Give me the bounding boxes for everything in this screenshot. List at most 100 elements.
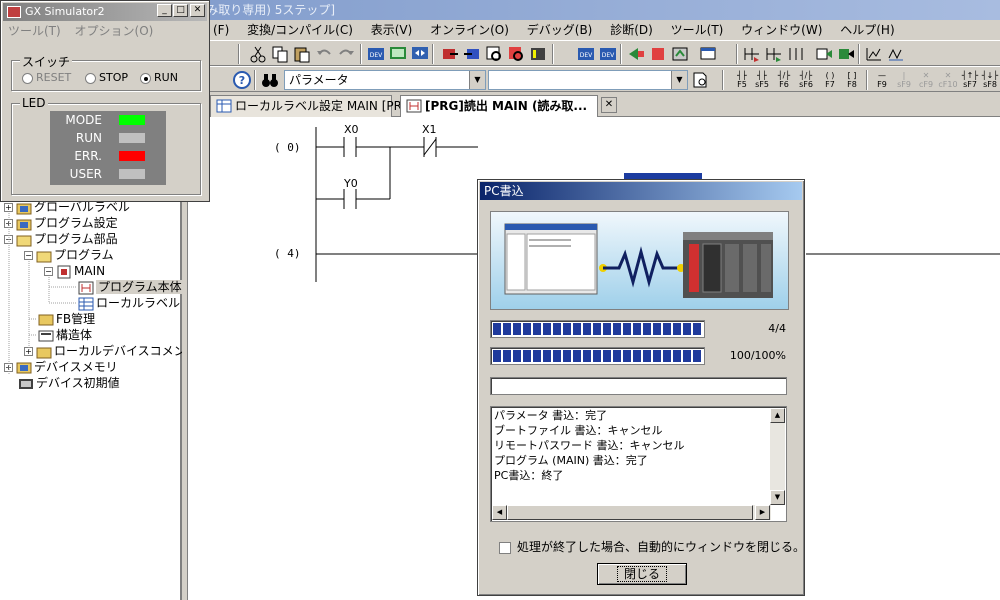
tree-item-device-initial-value[interactable]: デバイス初期値 xyxy=(18,375,120,391)
led-mode: MODE xyxy=(50,111,166,129)
binoculars-icon[interactable] xyxy=(260,70,280,90)
tab-prg-read-main[interactable]: [PRG]読出 MAIN (読み取... xyxy=(400,95,598,117)
result-log[interactable]: パラメータ 書込：完了 ブートファイル 書込：キャンセル リモートパスワード 書… xyxy=(490,406,787,522)
menu-item-diagnostics[interactable]: 診断(D) xyxy=(603,20,660,40)
scroll-up-icon[interactable]: ▲ xyxy=(770,408,785,423)
tree-item-program-parts[interactable]: − プログラム部品 xyxy=(4,231,118,247)
step-number: ( 0) xyxy=(274,141,301,154)
ladder-icon xyxy=(406,99,422,113)
scroll-thumb[interactable] xyxy=(507,505,753,520)
log-line: リモートパスワード 書込：キャンセル xyxy=(494,439,685,452)
tree-item-device-memory[interactable]: + デバイスメモリ xyxy=(4,359,118,375)
menu-item-tool[interactable]: ツール(T) xyxy=(664,20,731,40)
timing-chart-icon[interactable] xyxy=(886,44,906,64)
editor-tabs: ローカルラベル設定 MAIN [PRG] [PRG]読出 MAIN (読み取..… xyxy=(188,93,1000,117)
menu-item-help[interactable]: ヘルプ(H) xyxy=(833,20,901,40)
chevron-down-icon[interactable]: ▼ xyxy=(671,71,687,89)
tree-item-local-device-comment[interactable]: + ローカルデバイスコメント xyxy=(24,343,198,359)
fkey-closed-contact[interactable]: ┤/├ F6 xyxy=(774,71,794,89)
fkey-instruction[interactable]: [ ] F8 xyxy=(842,71,862,89)
close-icon[interactable]: ✕ xyxy=(190,4,205,17)
parameter-combo[interactable]: パラメータ ▼ xyxy=(284,70,486,90)
tree-item-fb-management[interactable]: FB管理 xyxy=(38,311,95,327)
maximize-icon[interactable]: □ xyxy=(173,4,188,17)
verify-icon[interactable] xyxy=(484,44,504,64)
sim-menu-option[interactable]: オプション(O) xyxy=(75,24,154,38)
vertical-scrollbar[interactable]: ▲ ▼ xyxy=(770,408,785,505)
fkey-coil[interactable]: ( ) F7 xyxy=(820,71,840,89)
paste-icon[interactable] xyxy=(292,44,312,64)
switch-run-radio[interactable]: RUN xyxy=(140,71,178,84)
close-button[interactable]: 閉じる xyxy=(597,563,687,585)
program-icon xyxy=(56,265,72,279)
convert-all-icon[interactable] xyxy=(836,44,856,64)
scroll-right-icon[interactable]: ▶ xyxy=(755,505,770,520)
fkey-delete-vline[interactable]: ✕ cF10 xyxy=(938,71,958,89)
fkey-open-contact[interactable]: ┤├ F5 xyxy=(732,71,752,89)
fkey-rising-edge[interactable]: ┤↑├ sF7 xyxy=(960,71,980,89)
redo-icon[interactable] xyxy=(336,44,356,64)
progress-bar-items xyxy=(490,320,705,338)
menu-item-window[interactable]: ウィンドウ(W) xyxy=(734,20,829,40)
device-test-icon[interactable]: DEV xyxy=(598,44,618,64)
switch-stop-radio[interactable]: STOP xyxy=(85,71,128,84)
tree-item-program-body[interactable]: プログラム本体 xyxy=(78,279,184,295)
scroll-down-icon[interactable]: ▼ xyxy=(770,490,785,505)
device-search-icon[interactable]: DEV xyxy=(366,44,386,64)
close-icon[interactable]: ✕ xyxy=(601,97,617,113)
line-insert-icon[interactable] xyxy=(786,44,806,64)
tree-item-structure[interactable]: 構造体 xyxy=(38,327,92,343)
ladder-delete-icon[interactable] xyxy=(764,44,784,64)
remote-operation-icon[interactable] xyxy=(506,44,526,64)
monitor-icon[interactable] xyxy=(388,44,408,64)
ladder-insert-icon[interactable] xyxy=(742,44,762,64)
tree-item-program[interactable]: − プログラム xyxy=(24,247,114,263)
tab-local-label-setting[interactable]: ローカルラベル設定 MAIN [PRG] xyxy=(210,95,416,117)
pc-to-plc-illustration xyxy=(490,211,789,310)
program-combo[interactable]: ▼ xyxy=(488,70,688,90)
read-from-plc-icon[interactable] xyxy=(462,44,482,64)
start-simulation-icon[interactable] xyxy=(626,44,646,64)
convert-icon[interactable] xyxy=(814,44,834,64)
dialog-title[interactable]: PC書込 xyxy=(480,182,802,200)
scroll-left-icon[interactable]: ◀ xyxy=(492,505,507,520)
fkey-delete-hline[interactable]: ✕ cF9 xyxy=(916,71,936,89)
plc-memory-icon[interactable] xyxy=(528,44,548,64)
simulator-window: GX Simulator2 _ □ ✕ ツール(T) オプション(O) スイッチ… xyxy=(0,0,210,202)
horizontal-scrollbar[interactable]: ◀ ▶ xyxy=(492,505,771,520)
help-icon[interactable]: ? xyxy=(232,70,252,90)
tree-item-local-label[interactable]: ローカルラベル xyxy=(78,295,180,311)
sampling-trace-icon[interactable] xyxy=(864,44,884,64)
fkey-parallel-closed[interactable]: ┤/├ sF6 xyxy=(796,71,816,89)
minimize-icon[interactable]: _ xyxy=(157,4,172,17)
chevron-down-icon[interactable]: ▼ xyxy=(469,71,485,89)
device-batch-icon[interactable]: DEV xyxy=(576,44,596,64)
simulation-settings-icon[interactable] xyxy=(670,44,690,64)
menu-item-debug[interactable]: デバッグ(B) xyxy=(520,20,600,40)
stop-simulation-icon[interactable] xyxy=(648,44,668,64)
tree-item-main[interactable]: − MAIN xyxy=(44,263,105,279)
fkey-falling-edge[interactable]: ┤↓├ sF8 xyxy=(980,71,1000,89)
fkey-hline[interactable]: — F9 xyxy=(872,71,892,89)
led-lamp xyxy=(119,169,145,179)
switch-reset-radio[interactable]: RESET xyxy=(22,71,71,84)
menu-item-convert[interactable]: 変換/コンパイル(C) xyxy=(240,20,360,40)
sim-menu-tool[interactable]: ツール(T) xyxy=(8,24,61,38)
cut-icon[interactable] xyxy=(248,44,268,64)
document-icon[interactable] xyxy=(690,70,710,90)
tree-item-program-setting[interactable]: + プログラム設定 xyxy=(4,215,118,231)
auto-close-checkbox[interactable]: 処理が終了した場合、自動的にウィンドウを閉じる。 xyxy=(499,538,805,555)
batch-monitor-icon[interactable] xyxy=(410,44,430,64)
copy-icon[interactable] xyxy=(270,44,290,64)
menu-item-view[interactable]: 表示(V) xyxy=(364,20,420,40)
table-icon xyxy=(216,99,232,113)
write-to-plc-icon[interactable] xyxy=(440,44,460,64)
fkey-parallel-open[interactable]: ┤├ sF5 xyxy=(752,71,772,89)
undo-icon[interactable] xyxy=(314,44,334,64)
simulator-title: GX Simulator2 xyxy=(25,5,105,18)
checkbox-box[interactable] xyxy=(499,541,511,554)
window-list-icon[interactable] xyxy=(698,44,718,64)
menu-item-online[interactable]: オンライン(O) xyxy=(423,20,516,40)
fkey-vline[interactable]: | sF9 xyxy=(894,71,914,89)
menu-item-file[interactable]: (F) xyxy=(206,20,236,40)
